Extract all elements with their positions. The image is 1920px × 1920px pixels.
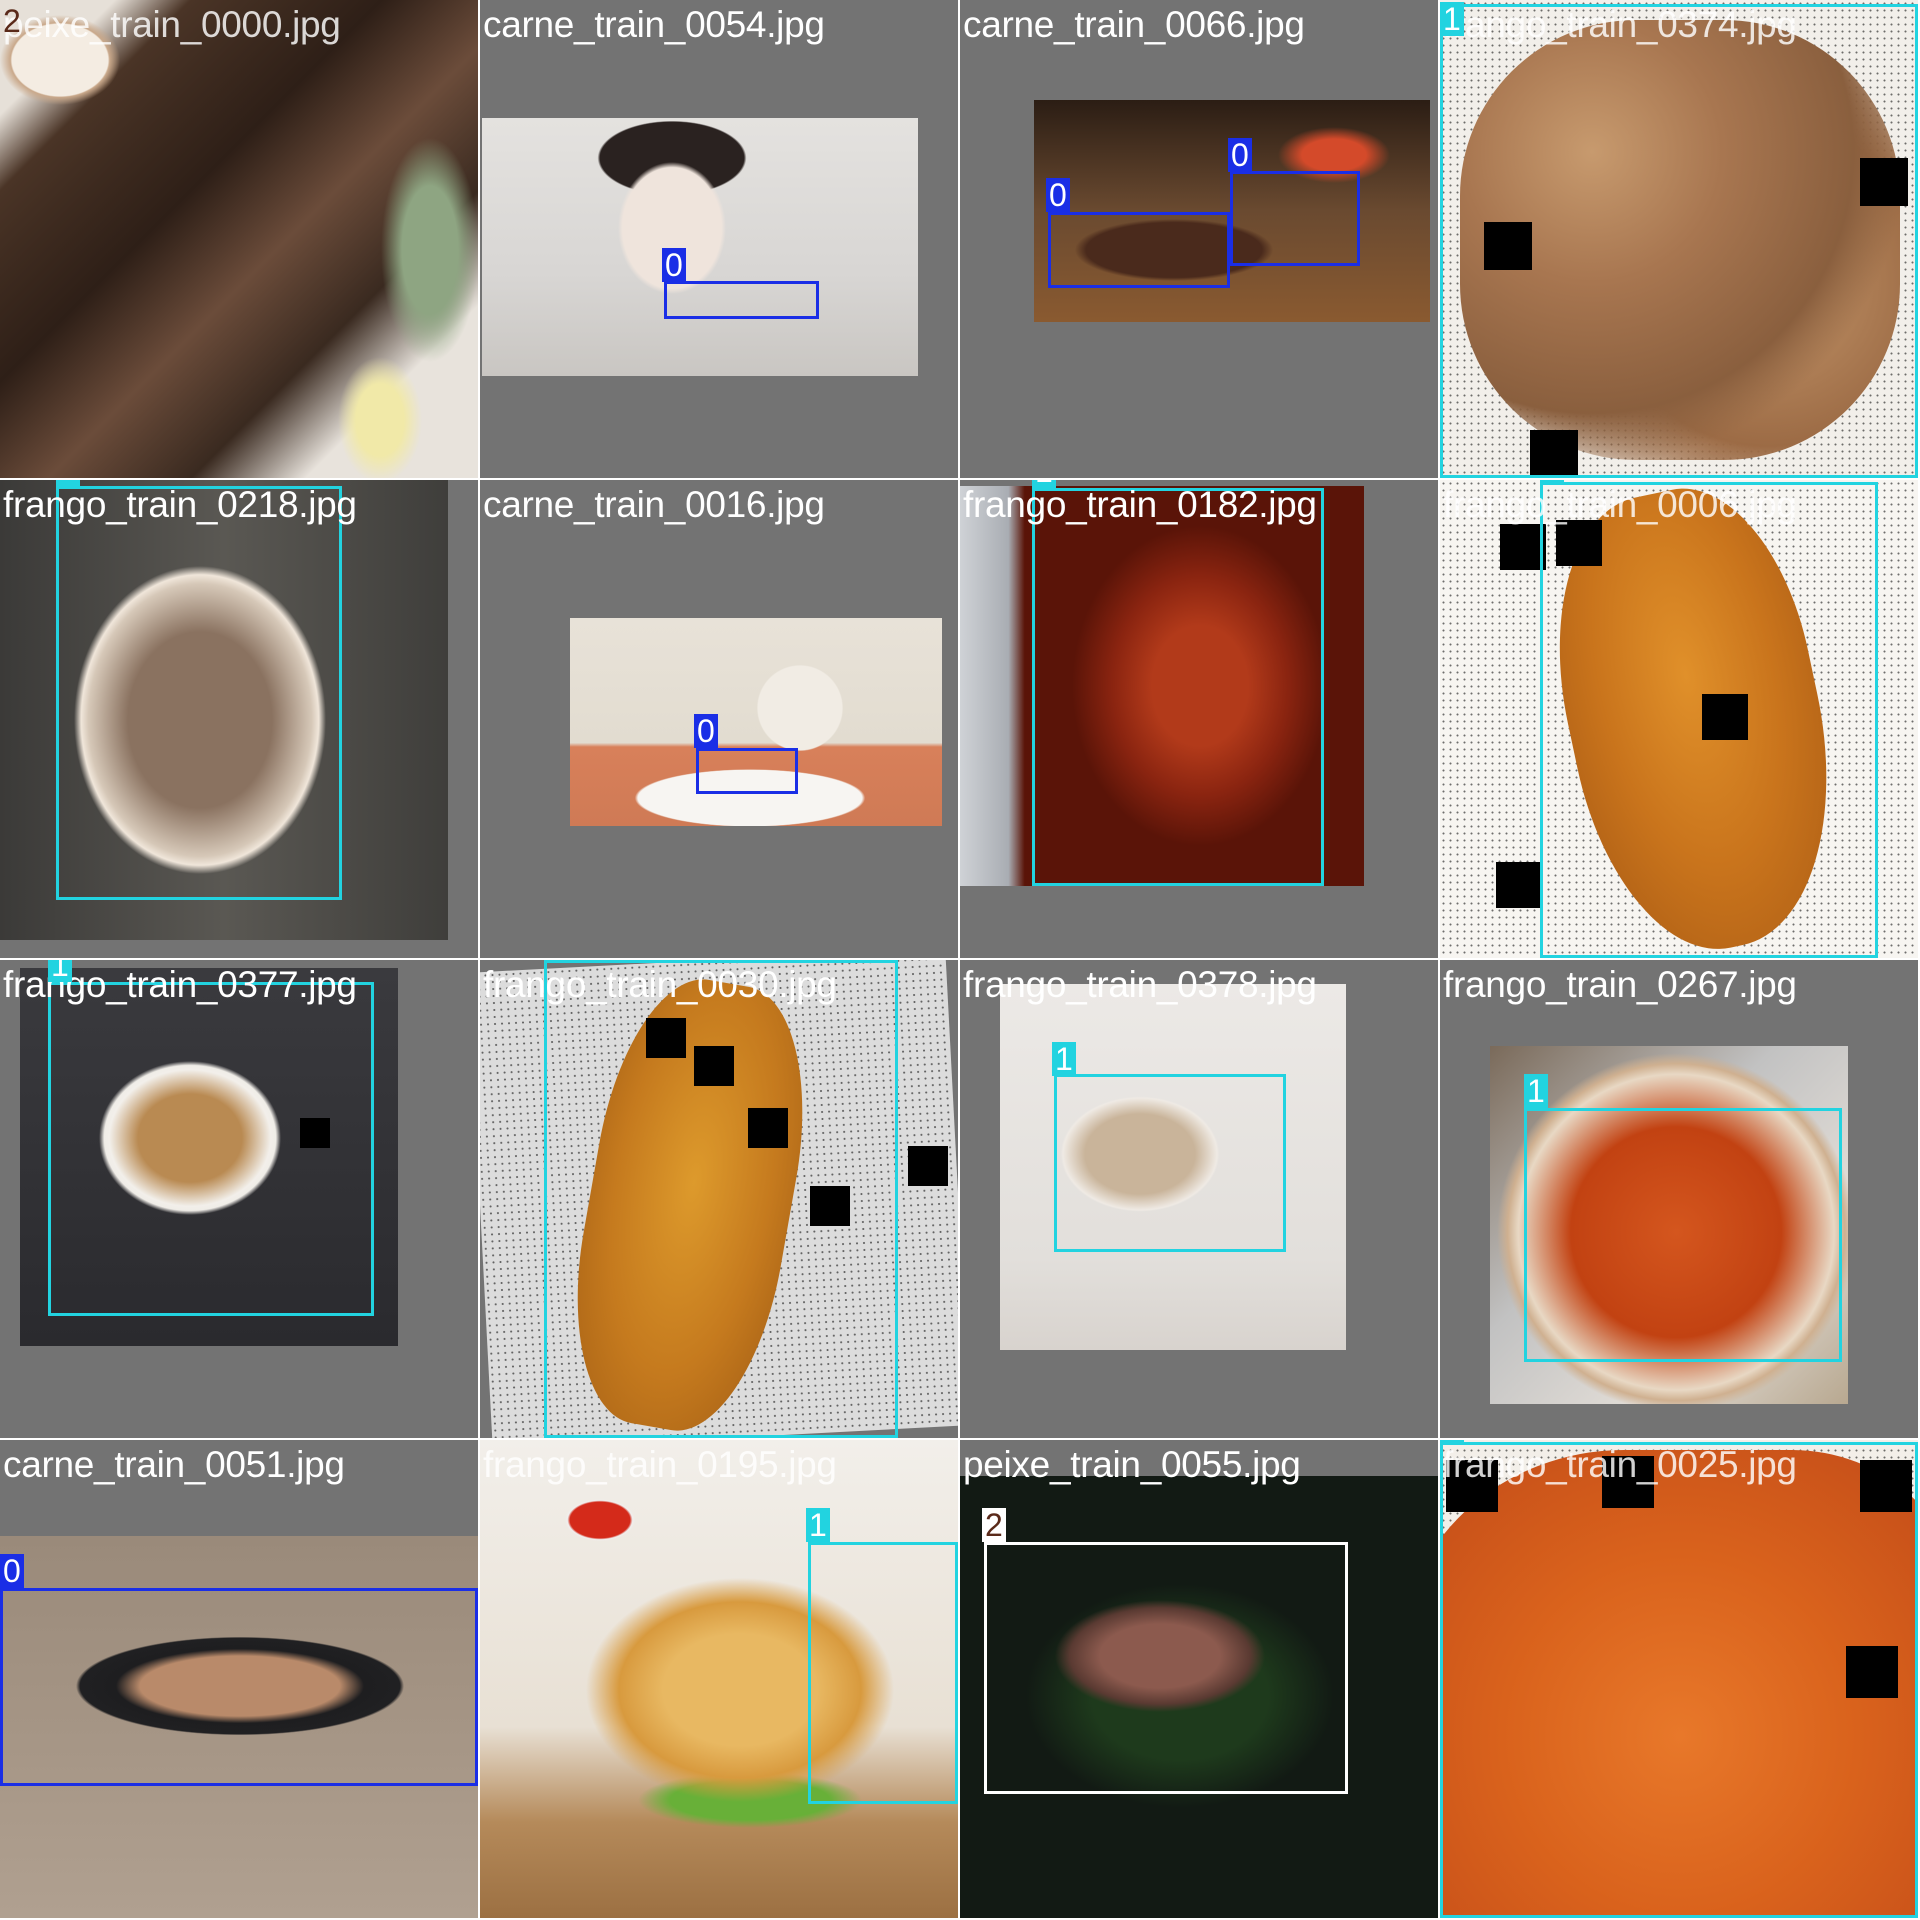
class-tag: 1 bbox=[1052, 1042, 1076, 1076]
tile-carne-train-0051: carne_train_0051.jpg 0 bbox=[0, 1438, 480, 1920]
class-tag: 1 bbox=[806, 1508, 830, 1542]
bbox-class-0 bbox=[0, 1588, 478, 1786]
class-tag: 1 bbox=[1524, 1074, 1548, 1108]
class-tag: 1 bbox=[56, 480, 80, 486]
filename-label: frango_train_0030.jpg bbox=[483, 964, 837, 1005]
bbox-class-0 bbox=[1230, 171, 1360, 266]
photo-woman-eating-steak bbox=[482, 118, 918, 376]
bbox-class-0 bbox=[1048, 212, 1230, 288]
filename-label: carne_train_0051.jpg bbox=[3, 1444, 345, 1485]
bbox-class-1 bbox=[1540, 482, 1878, 958]
photo-dog-with-steak bbox=[570, 618, 942, 826]
tile-frango-train-0378: frango_train_0378.jpg 1 bbox=[958, 958, 1440, 1440]
class-tag: 1 bbox=[48, 960, 72, 982]
bbox-class-1 bbox=[56, 486, 342, 900]
bbox-class-0 bbox=[696, 748, 798, 794]
class-tag: 1 bbox=[1540, 480, 1564, 482]
filename-label: carne_train_0054.jpg bbox=[483, 4, 825, 45]
tile-frango-train-0267: frango_train_0267.jpg 1 bbox=[1438, 958, 1920, 1440]
tile-carne-train-0016: carne_train_0016.jpg 0 bbox=[478, 478, 960, 960]
bbox-class-1 bbox=[1524, 1108, 1842, 1362]
bbox-class-1 bbox=[1032, 488, 1324, 886]
filename-label: frango_train_0195.jpg bbox=[483, 1444, 837, 1485]
class-tag: 1 bbox=[1440, 1440, 1464, 1442]
bbox-class-1 bbox=[544, 960, 898, 1438]
tile-frango-train-0182: frango_train_0182.jpg 1 bbox=[958, 478, 1440, 960]
class-tag: 0 bbox=[662, 248, 686, 282]
bbox-class-1 bbox=[1440, 1442, 1918, 1918]
tile-carne-train-0066: carne_train_0066.jpg 0 0 bbox=[958, 0, 1440, 480]
tile-peixe-train-0055: peixe_train_0055.jpg 2 bbox=[958, 1438, 1440, 1920]
tile-frango-train-0195: frango_train_0195.jpg 1 bbox=[478, 1438, 960, 1920]
filename-label: frango_train_0218.jpg bbox=[3, 484, 357, 525]
tile-frango-train-0374: frango_train_0374.jpg 1 bbox=[1438, 0, 1920, 480]
bbox-class-1 bbox=[1440, 4, 1918, 478]
filename-label: frango_train_0378.jpg bbox=[963, 964, 1317, 1005]
bbox-class-2 bbox=[984, 1542, 1348, 1794]
training-batch-mosaic: peixe_train_0000.jpg 2 carne_train_0054.… bbox=[0, 0, 1920, 1920]
bbox-class-1 bbox=[48, 982, 374, 1316]
class-tag: 2 bbox=[982, 1508, 1006, 1542]
cutout-mask bbox=[908, 1146, 948, 1186]
bbox-class-0 bbox=[664, 281, 819, 319]
filename-label: frango_train_0267.jpg bbox=[1443, 964, 1797, 1005]
tile-frango-train-0006: frango_train_0006.jpg 1 bbox=[1438, 478, 1920, 960]
tile-frango-train-0025: frango_train_0025.jpg 1 bbox=[1438, 1438, 1920, 1920]
filename-label: carne_train_0066.jpg bbox=[963, 4, 1305, 45]
tile-peixe-train-0000: peixe_train_0000.jpg 2 bbox=[0, 0, 480, 480]
filename-label: frango_train_0374.jpg bbox=[1443, 4, 1797, 45]
class-tag: 0 bbox=[1228, 138, 1252, 172]
class-tag: 1 bbox=[1440, 2, 1464, 36]
photo-grilled-fish bbox=[0, 0, 478, 478]
class-tag: 0 bbox=[1046, 178, 1070, 212]
bbox-class-1 bbox=[808, 1542, 958, 1804]
tile-frango-train-0377: frango_train_0377.jpg 1 bbox=[0, 958, 480, 1440]
tile-frango-train-0030: frango_train_0030.jpg 1 bbox=[478, 958, 960, 1440]
tile-carne-train-0054: carne_train_0054.jpg 0 bbox=[478, 0, 960, 480]
class-tag: 0 bbox=[694, 714, 718, 748]
tile-frango-train-0218: frango_train_0218.jpg 1 bbox=[0, 478, 480, 960]
class-tag: 2 bbox=[3, 3, 21, 39]
class-tag: 0 bbox=[0, 1554, 24, 1588]
filename-label: frango_train_0006.jpg bbox=[1443, 484, 1797, 525]
filename-label: peixe_train_0055.jpg bbox=[963, 1444, 1301, 1485]
class-tag: 1 bbox=[1032, 480, 1056, 488]
bbox-class-1 bbox=[1054, 1074, 1286, 1252]
filename-label: carne_train_0016.jpg bbox=[483, 484, 825, 525]
filename-label: frango_train_0182.jpg bbox=[963, 484, 1317, 525]
cutout-mask bbox=[1496, 862, 1542, 908]
filename-label: frango_train_0025.jpg bbox=[1443, 1444, 1797, 1485]
filename-label: peixe_train_0000.jpg bbox=[3, 4, 341, 45]
